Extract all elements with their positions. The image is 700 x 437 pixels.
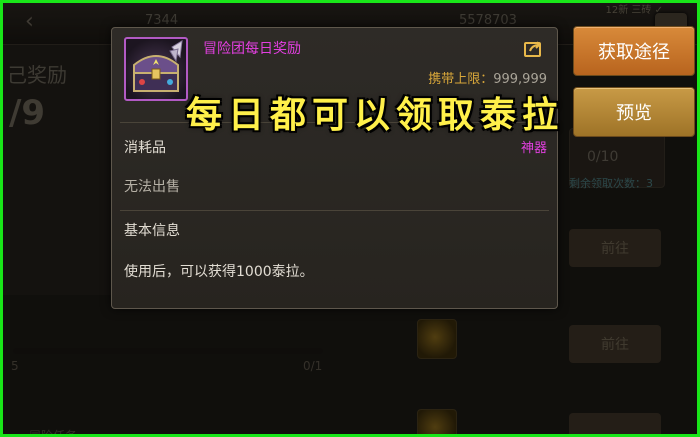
preview-button[interactable]: 预览 [573, 87, 695, 137]
treasure-chest-icon [124, 37, 188, 101]
item-name: 冒险团每日奖励 [203, 41, 301, 57]
carry-limit-label: 携带上限： [428, 72, 494, 87]
carry-limit: 携带上限：999,999 [428, 68, 547, 87]
share-icon[interactable] [524, 40, 544, 57]
section-title-basic-info: 基本信息 [124, 223, 180, 239]
obtain-route-button[interactable]: 获取途径 [573, 26, 695, 76]
sell-status: 无法出售 [124, 179, 180, 195]
overlay-caption: 每日都可以领取泰拉 [186, 94, 565, 136]
item-tooltip: 冒险团每日奖励 携带上限：999,999 消耗品 神器 无法出售 基本信息 使用… [111, 27, 558, 309]
item-type: 消耗品 [124, 140, 166, 156]
carry-limit-value: 999,999 [493, 72, 547, 87]
item-description: 使用后，可以获得1000泰拉。 [124, 264, 314, 280]
divider [120, 210, 549, 211]
